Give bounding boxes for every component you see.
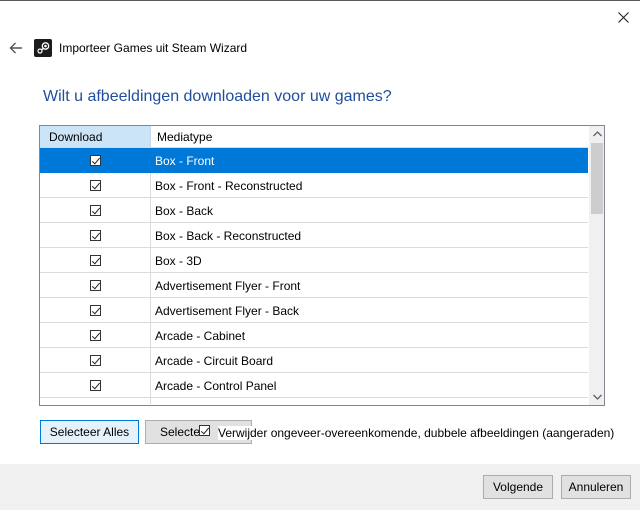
- steam-icon: [34, 39, 52, 57]
- table-row[interactable]: Arcade - Circuit Board: [40, 348, 588, 373]
- vertical-scrollbar[interactable]: [589, 126, 604, 405]
- table-row[interactable]: Box - Front: [40, 148, 588, 173]
- download-checkbox[interactable]: [89, 204, 101, 216]
- table-row[interactable]: Box - 3D: [40, 248, 588, 273]
- chevron-down-icon: [592, 394, 602, 400]
- column-header-download[interactable]: Download: [40, 126, 151, 148]
- media-type-grid[interactable]: Download Mediatype Box - Front Box - Fro…: [39, 125, 605, 406]
- download-checkbox[interactable]: [89, 229, 101, 241]
- table-row[interactable]: Arcade - Cabinet: [40, 323, 588, 348]
- media-type-cell: Arcade - Cabinet: [155, 329, 246, 343]
- media-type-cell: Advertisement Flyer - Front: [155, 279, 301, 293]
- column-header-mediatype[interactable]: Mediatype: [151, 126, 588, 148]
- remove-duplicates-checkbox[interactable]: [199, 425, 210, 436]
- media-type-cell: Box - Back: [155, 204, 214, 218]
- scroll-up-button[interactable]: [589, 126, 604, 142]
- window-title: Importeer Games uit Steam Wizard: [59, 41, 248, 55]
- media-type-cell: Box - 3D: [155, 254, 202, 268]
- chevron-up-icon: [592, 131, 602, 137]
- download-checkbox[interactable]: [89, 154, 101, 166]
- media-type-cell: Arcade - Control Panel: [155, 379, 277, 393]
- back-button[interactable]: [4, 36, 28, 60]
- close-button[interactable]: [608, 4, 638, 30]
- table-row[interactable]: Box - Back - Reconstructed: [40, 223, 588, 248]
- media-type-cell: Box - Front - Reconstructed: [155, 179, 303, 193]
- back-arrow-icon: [9, 42, 22, 54]
- media-type-cell: Advertisement Flyer - Back: [155, 304, 300, 318]
- table-row[interactable]: Arcade - Control Panel: [40, 373, 588, 398]
- remove-duplicates-label: Verwijder ongeveer-overeenkomende, dubbe…: [218, 426, 615, 440]
- download-checkbox[interactable]: [89, 179, 101, 191]
- download-checkbox[interactable]: [89, 304, 101, 316]
- table-row[interactable]: Advertisement Flyer - Front: [40, 273, 588, 298]
- scroll-down-button[interactable]: [589, 389, 604, 405]
- cancel-button[interactable]: Annuleren: [561, 475, 631, 499]
- media-type-cell: Box - Front: [155, 154, 215, 168]
- page-heading: Wilt u afbeeldingen downloaden voor uw g…: [43, 88, 392, 105]
- download-checkbox[interactable]: [89, 279, 101, 291]
- media-type-cell: Arcade - Circuit Board: [155, 354, 274, 368]
- grid-rows: Box - Front Box - Front - Reconstructed …: [40, 148, 588, 404]
- download-checkbox[interactable]: [89, 254, 101, 266]
- next-button[interactable]: Volgende: [483, 475, 553, 499]
- download-checkbox[interactable]: [89, 329, 101, 341]
- window-top-border: [0, 0, 640, 1]
- download-checkbox[interactable]: [89, 354, 101, 366]
- table-row-partial[interactable]: [40, 398, 588, 404]
- grid-header: Download Mediatype: [40, 126, 588, 148]
- table-row[interactable]: Box - Front - Reconstructed: [40, 173, 588, 198]
- media-type-cell: Box - Back - Reconstructed: [155, 229, 302, 243]
- select-all-button[interactable]: Selecteer Alles: [40, 420, 139, 444]
- table-row[interactable]: Advertisement Flyer - Back: [40, 298, 588, 323]
- scrollbar-thumb[interactable]: [591, 143, 603, 214]
- close-icon: [617, 11, 629, 23]
- download-checkbox[interactable]: [89, 379, 101, 391]
- table-row[interactable]: Box - Back: [40, 198, 588, 223]
